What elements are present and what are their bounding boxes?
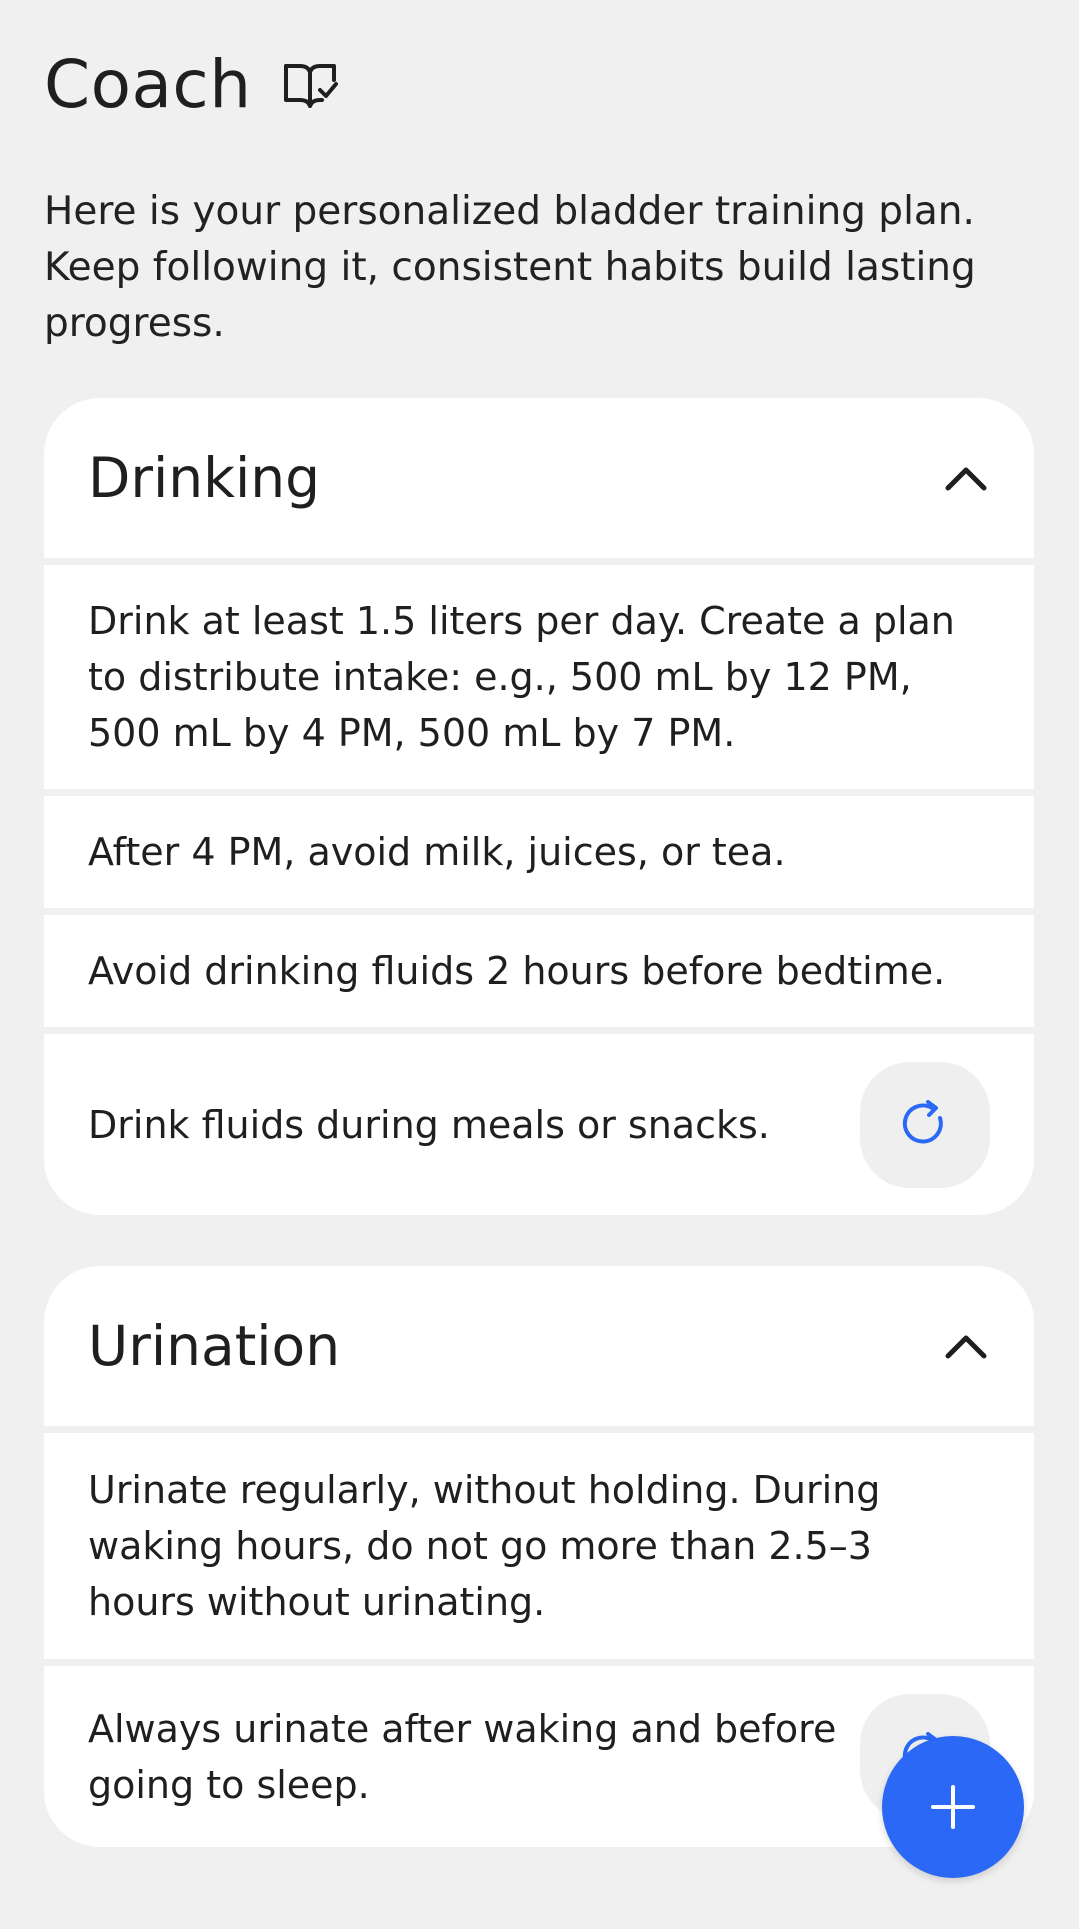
chevron-up-icon[interactable] xyxy=(942,462,990,494)
urination-title: Urination xyxy=(88,1314,341,1378)
urination-item-1: Urinate regularly, without holding. Duri… xyxy=(44,1433,1034,1659)
page-title: Coach xyxy=(44,46,252,123)
urination-card-header[interactable]: Urination xyxy=(44,1266,1034,1426)
repeat-button[interactable] xyxy=(860,1061,990,1188)
urination-item-text: Always urinate after waking and before g… xyxy=(88,1706,837,1807)
drinking-item-1: Drink at least 1.5 liters per day. Creat… xyxy=(44,565,1034,789)
add-fab-button[interactable] xyxy=(882,1736,1024,1878)
drinking-item-text: Drink fluids during meals or snacks. xyxy=(88,1102,770,1147)
chevron-up-icon[interactable] xyxy=(942,1330,990,1362)
page-header: Coach xyxy=(44,50,338,120)
drinking-item-4: Drink fluids during meals or snacks. xyxy=(44,1034,1034,1215)
urination-card: Urination Urinate regularly, without hol… xyxy=(44,1266,1034,1847)
plus-icon xyxy=(931,1785,975,1829)
drinking-item-text: Avoid drinking fluids 2 hours before bed… xyxy=(88,949,946,993)
drinking-item-text: Drink at least 1.5 liters per day. Creat… xyxy=(88,599,955,755)
drinking-card-header[interactable]: Drinking xyxy=(44,398,1034,558)
drinking-item-3: Avoid drinking fluids 2 hours before bed… xyxy=(44,915,1034,1027)
intro-text: Here is your personalized bladder traini… xyxy=(44,189,976,346)
refresh-icon xyxy=(902,1099,943,1143)
drinking-card: Drinking Drink at least 1.5 liters per d… xyxy=(44,398,1034,1215)
drinking-item-2: After 4 PM, avoid milk, juices, or tea. xyxy=(44,796,1034,908)
drinking-item-text: After 4 PM, avoid milk, juices, or tea. xyxy=(88,830,786,874)
urination-item-text: Urinate regularly, without holding. Duri… xyxy=(88,1468,881,1624)
book-check-icon[interactable] xyxy=(282,60,338,110)
drinking-title: Drinking xyxy=(88,446,321,510)
